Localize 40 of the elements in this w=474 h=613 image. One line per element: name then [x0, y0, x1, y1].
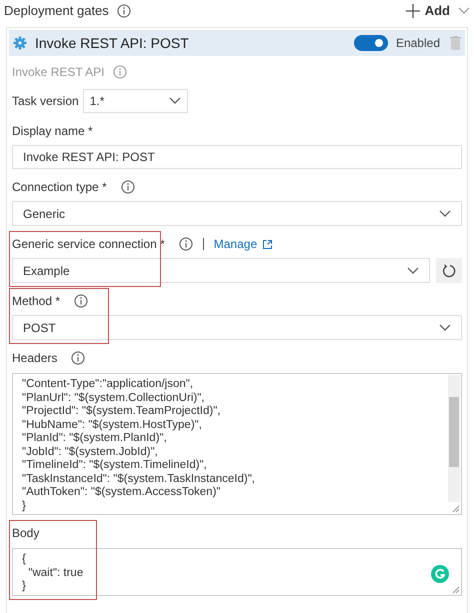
- field-label: Headers: [12, 350, 58, 367]
- headers-text: "Content-Type":"application/json", "PlanUrl": "$(system.CollectionUri)", "ProjectId": "$(system.TeamProjectId)", "HubName": "$(system.HostType)", "PlanId": "$(system.PlanId)", "JobId": "$(system.JobId)", "TimelineId": "$(system.TimelineId)", "TaskInstanceId": "$(system.TaskInstanceId)", "AuthToken": "$(system.AccessToken)" }: [22, 378, 256, 513]
- text-field[interactable]: Invoke REST API: POST: [12, 145, 462, 169]
- info-icon[interactable]: [74, 294, 88, 308]
- task-subtitle: Invoke REST API: [12, 64, 104, 81]
- field-label: Method *: [12, 293, 60, 310]
- select-field[interactable]: POST: [12, 315, 462, 340]
- headers-field[interactable]: [12, 373, 462, 515]
- chevron-down-icon: [439, 210, 451, 218]
- info-icon[interactable]: [178, 237, 193, 251]
- select-field[interactable]: Example: [12, 258, 430, 283]
- body-text: { "wait": true }: [22, 553, 84, 594]
- info-icon[interactable]: [120, 180, 135, 194]
- add-button[interactable]: Add: [404, 1, 470, 21]
- scrollbar-thumb: [449, 397, 459, 467]
- resize-handle-icon[interactable]: [452, 586, 460, 594]
- plus-icon: [404, 3, 421, 19]
- chevron-down-icon: [168, 97, 181, 105]
- field-label: Body: [12, 525, 40, 542]
- chevron-down-icon: [439, 324, 451, 332]
- field-label: Connection type *: [12, 179, 107, 196]
- info-icon[interactable]: [71, 351, 86, 365]
- body-field[interactable]: { "wait": true }: [12, 548, 462, 596]
- refresh-button[interactable]: [436, 258, 462, 283]
- field-label: Display name *: [12, 123, 93, 140]
- info-icon[interactable]: [116, 4, 131, 18]
- select-field[interactable]: Generic: [12, 201, 462, 226]
- chevron-down-icon: [458, 7, 470, 15]
- version-select[interactable]: 1.*: [82, 89, 188, 113]
- field-label: Task version: [12, 93, 79, 110]
- chevron-down-icon: [407, 266, 419, 274]
- refresh-icon: [442, 264, 456, 278]
- manage-link[interactable]: Manage: [214, 235, 272, 253]
- enabled-toggle[interactable]: [354, 35, 388, 51]
- external-link-icon: [263, 240, 272, 248]
- section-title: Deployment gates: [4, 2, 109, 20]
- gear-icon: [13, 36, 27, 50]
- resize-handle-icon[interactable]: [452, 505, 460, 513]
- task-title: Invoke REST API: POST: [35, 34, 189, 52]
- toggle-label: Enabled: [396, 35, 440, 52]
